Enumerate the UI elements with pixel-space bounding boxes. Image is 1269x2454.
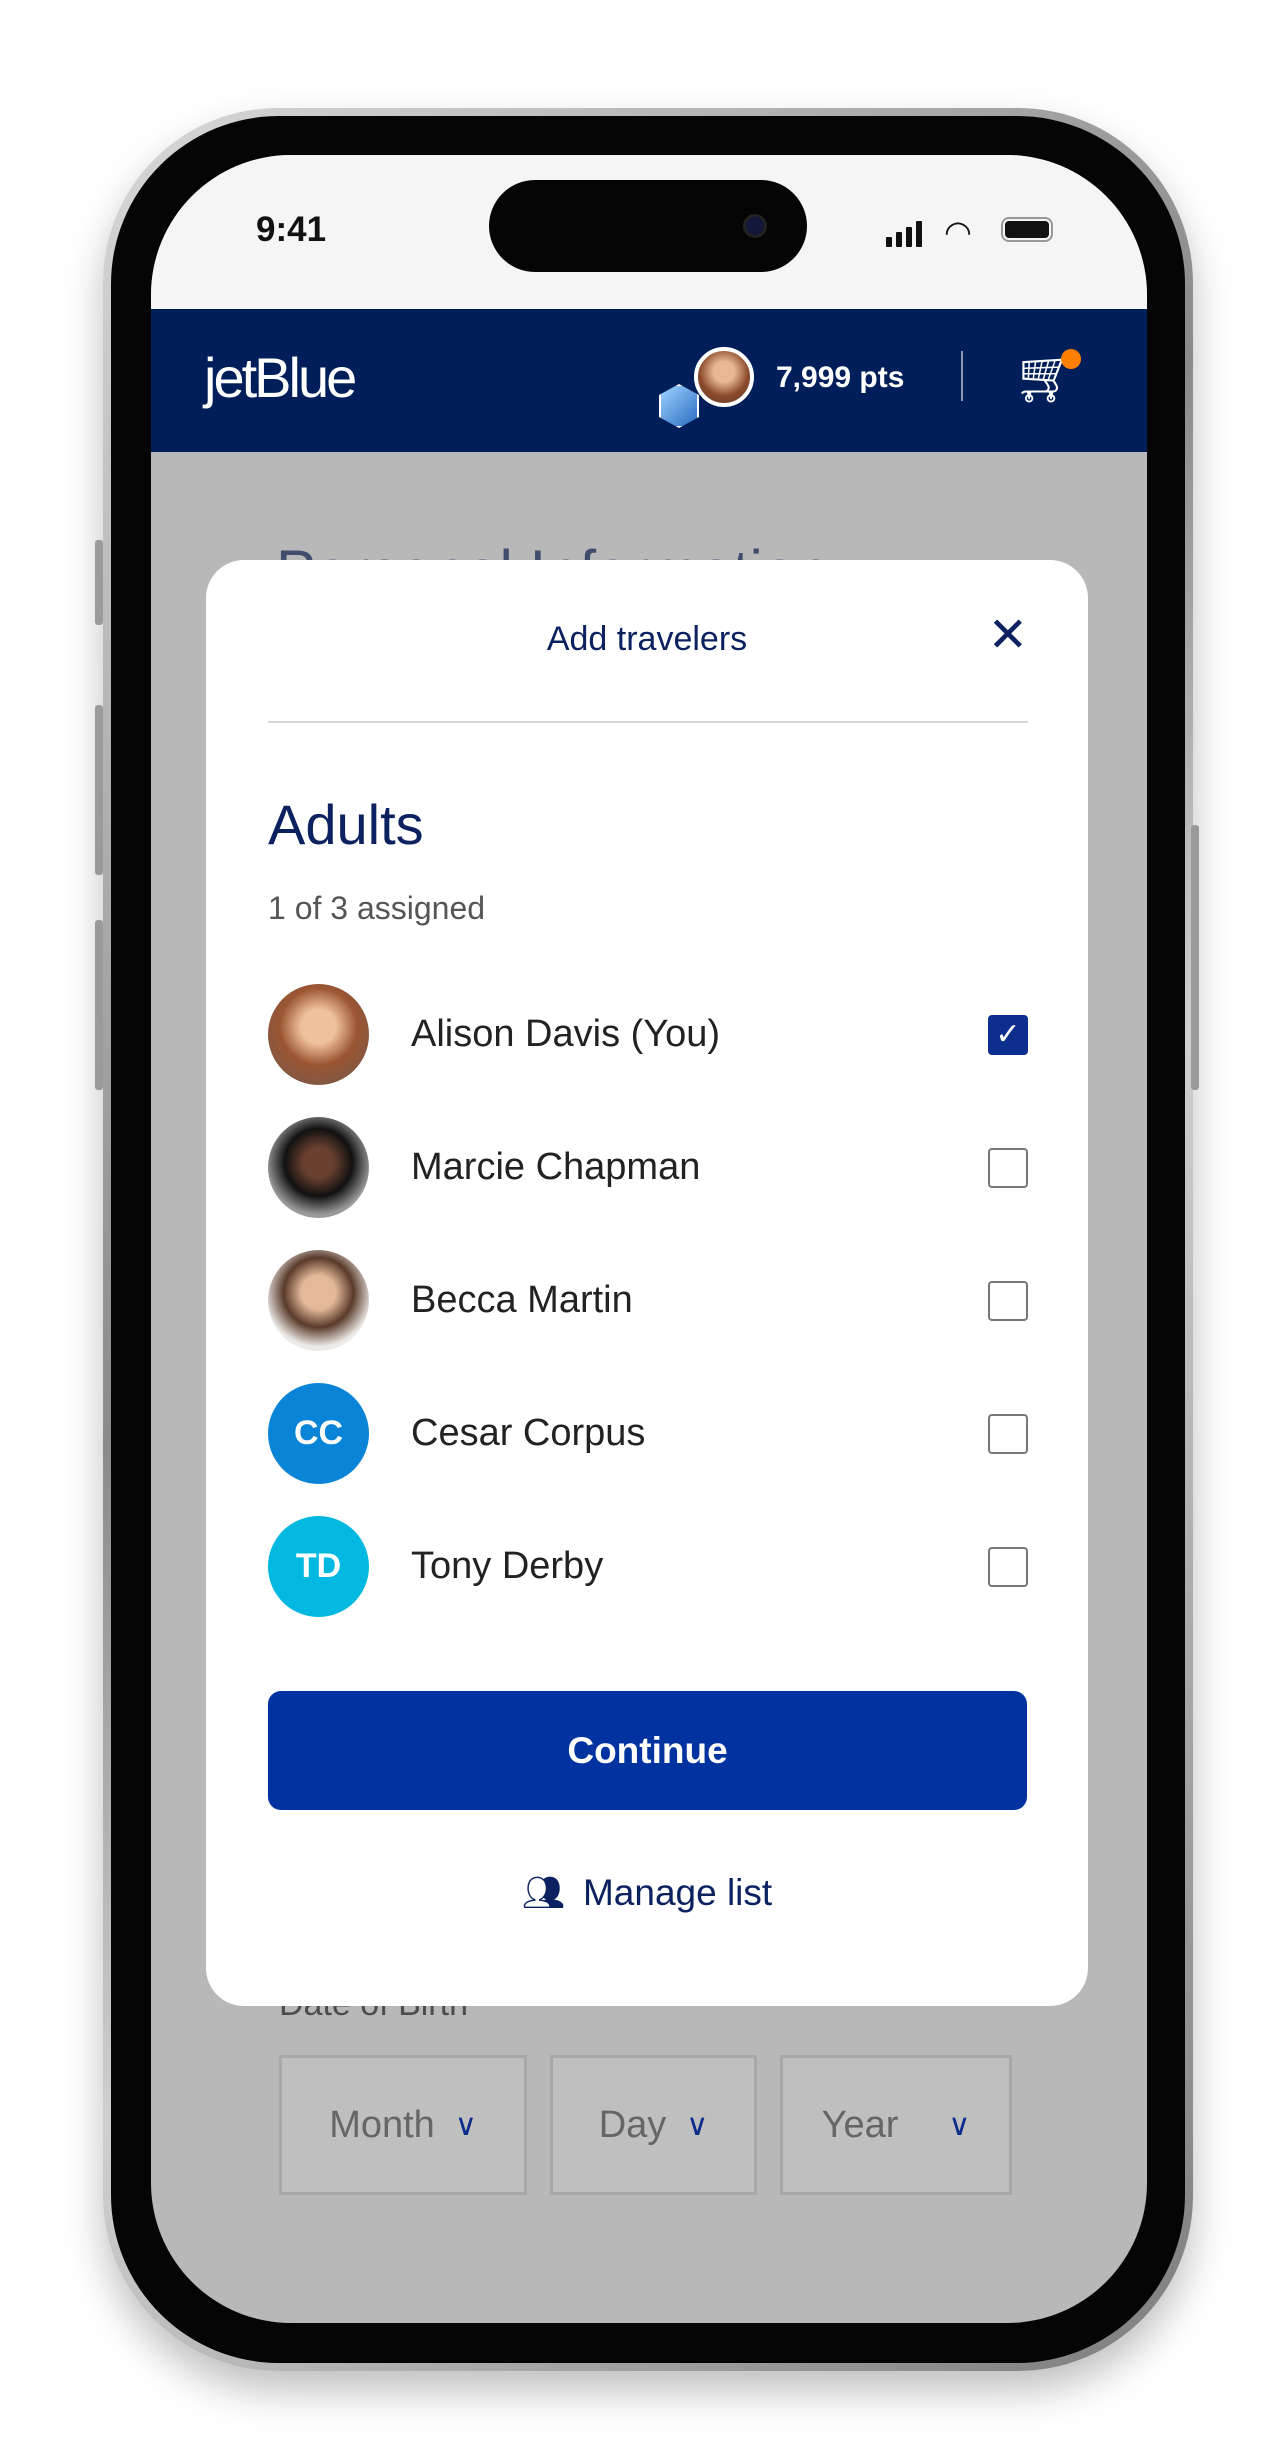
traveler-row[interactable]: CC Cesar Corpus (268, 1383, 1028, 1484)
manage-list-link[interactable]: 👥︎ Manage list (206, 1872, 1088, 1914)
screen: 9:41 ◠ jetBlue 7,999 pts 🛒︎ Personal Inf… (151, 155, 1147, 2323)
day-select[interactable]: Day ∨ (550, 2055, 757, 2195)
traveler-row[interactable]: Marcie Chapman (268, 1117, 1028, 1218)
chevron-down-icon: ∨ (686, 2108, 709, 2142)
checkbox[interactable] (988, 1280, 1028, 1321)
volume-down-button (95, 920, 103, 1090)
avatar (268, 1250, 369, 1351)
dynamic-island (489, 180, 807, 272)
wifi-icon: ◠ (944, 214, 972, 250)
traveler-name: Tony Derby (411, 1545, 604, 1587)
year-select-label: Year (821, 2103, 899, 2146)
month-select[interactable]: Month ∨ (279, 2055, 527, 2195)
chevron-down-icon: ∨ (948, 2108, 971, 2142)
avatar-initials: TD (268, 1516, 369, 1617)
jetblue-logo[interactable]: jetBlue (204, 345, 357, 410)
power-button (1191, 825, 1199, 1090)
battery-icon (1001, 217, 1053, 242)
cart-badge (1061, 349, 1081, 369)
avatar (268, 1117, 369, 1218)
app-header: jetBlue 7,999 pts 🛒︎ (151, 309, 1147, 452)
traveler-row[interactable]: Becca Martin (268, 1250, 1028, 1351)
check-icon: ✓ (995, 1018, 1021, 1051)
status-bar: 9:41 ◠ (151, 155, 1147, 309)
traveler-row[interactable]: Alison Davis (You) ✓ (268, 984, 1028, 1085)
volume-up-button (95, 705, 103, 875)
mute-switch (95, 540, 103, 625)
close-icon[interactable]: ✕ (988, 612, 1028, 660)
add-travelers-modal: Add travelers ✕ Adults 1 of 3 assigned A… (206, 560, 1088, 2006)
avatar-initials: CC (268, 1383, 369, 1484)
points-balance[interactable]: 7,999 pts (776, 361, 904, 395)
people-icon: 👥︎ (521, 1874, 565, 1912)
traveler-name: Alison Davis (You) (411, 1013, 721, 1055)
status-time: 9:41 (256, 210, 327, 249)
traveler-name: Marcie Chapman (411, 1146, 701, 1188)
day-select-label: Day (598, 2103, 667, 2146)
modal-title: Add travelers (546, 620, 748, 658)
continue-button[interactable]: Continue (268, 1691, 1027, 1810)
chevron-down-icon: ∨ (454, 2108, 477, 2142)
traveler-name: Cesar Corpus (411, 1412, 646, 1454)
traveler-name: Becca Martin (411, 1279, 633, 1321)
section-heading: Adults (268, 793, 424, 856)
checkbox[interactable] (988, 1546, 1028, 1587)
manage-list-label: Manage list (582, 1872, 773, 1913)
assigned-count: 1 of 3 assigned (268, 890, 486, 926)
checkbox-checked[interactable]: ✓ (988, 1014, 1028, 1055)
signal-icon (886, 221, 922, 247)
header-divider (961, 351, 963, 401)
checkbox[interactable] (988, 1413, 1028, 1454)
divider (268, 721, 1028, 723)
year-select[interactable]: Year ∨ (780, 2055, 1012, 2195)
tier-badge-icon (659, 384, 699, 428)
month-select-label: Month (329, 2103, 435, 2146)
checkbox[interactable] (988, 1147, 1028, 1188)
avatar (268, 984, 369, 1085)
traveler-row[interactable]: TD Tony Derby (268, 1516, 1028, 1617)
profile-avatar[interactable] (694, 347, 754, 407)
